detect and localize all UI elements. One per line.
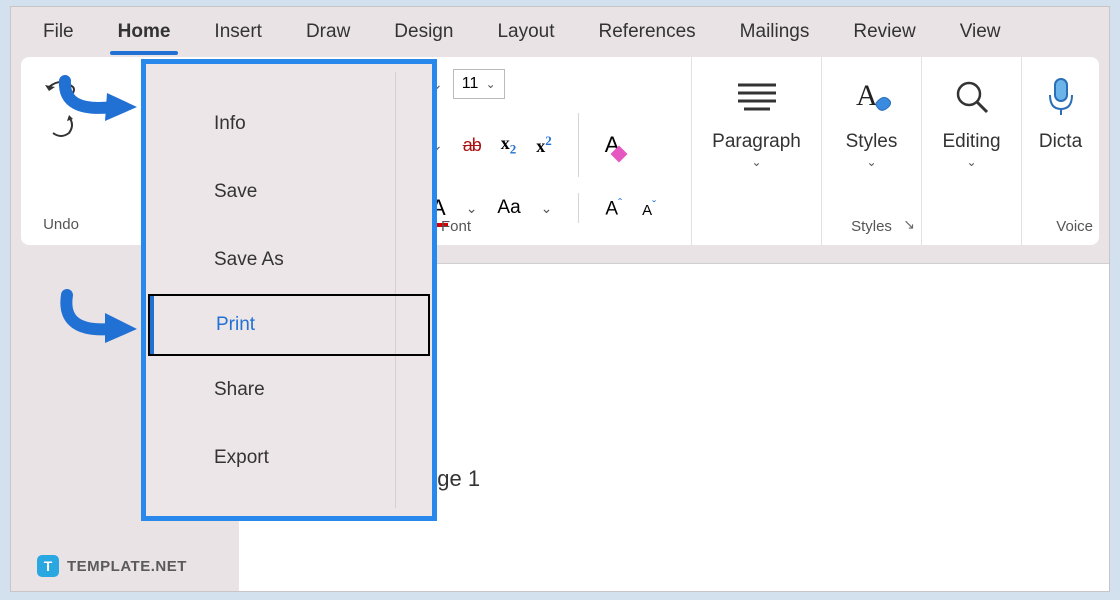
chevron-down-icon[interactable]: ⌄ [966, 155, 976, 169]
tab-bar: File Home Insert Draw Design Layout Refe… [11, 7, 1109, 57]
divider [578, 113, 579, 177]
dialog-launcher-icon[interactable]: ↘ [903, 216, 915, 233]
styles-group: A Styles ⌄ Styles ↘ [821, 57, 921, 245]
tab-view[interactable]: View [938, 11, 1023, 53]
tab-draw[interactable]: Draw [284, 11, 372, 53]
tab-references[interactable]: References [577, 11, 718, 53]
file-menu-export[interactable]: Export [146, 424, 432, 492]
superscript-icon[interactable]: x2 [536, 133, 552, 157]
strikethrough-icon[interactable]: ab [463, 135, 481, 156]
dictate-label[interactable]: Dicta [1039, 131, 1082, 153]
watermark: T TEMPLATE.NET [37, 555, 187, 577]
chevron-down-icon[interactable]: ⌄ [866, 155, 876, 169]
editing-label[interactable]: Editing [942, 131, 1000, 153]
paragraph-label[interactable]: Paragraph [712, 131, 801, 153]
grow-font-icon[interactable]: Aˆ [605, 196, 622, 220]
file-menu-info[interactable]: Info [146, 90, 432, 158]
paragraph-lines-icon[interactable] [734, 71, 780, 123]
chevron-down-icon[interactable]: ⌄ [751, 155, 761, 169]
chevron-down-icon: ⌄ [486, 77, 496, 91]
undo-group-label: Undo [43, 216, 79, 233]
tab-home[interactable]: Home [96, 11, 193, 53]
tab-mailings[interactable]: Mailings [718, 11, 832, 53]
divider [578, 193, 579, 223]
clear-format-icon[interactable]: A [605, 132, 620, 158]
editing-group: Editing ⌄ [921, 57, 1021, 245]
voice-group: Dicta Voice [1021, 57, 1099, 245]
tab-file[interactable]: File [21, 11, 96, 53]
microphone-icon[interactable] [1044, 71, 1078, 123]
tab-insert[interactable]: Insert [192, 11, 284, 53]
font-size-combo[interactable]: 11 ⌄ [453, 69, 505, 99]
app-frame: File Home Insert Draw Design Layout Refe… [10, 6, 1110, 592]
annotation-arrow-icon [53, 289, 143, 353]
tab-review[interactable]: Review [831, 11, 937, 53]
styles-group-label: Styles [851, 218, 892, 235]
magnifier-icon[interactable] [952, 71, 992, 123]
svg-text:A: A [856, 79, 878, 112]
styles-label[interactable]: Styles [846, 131, 898, 153]
font-group-label: Font [441, 218, 471, 235]
styles-a-brush-icon[interactable]: A [850, 71, 894, 123]
chevron-down-icon[interactable]: ⌄ [541, 200, 553, 217]
file-menu-dropdown: Info Save Save As Print Share Export [141, 59, 437, 521]
file-menu-save-as[interactable]: Save As [146, 226, 432, 294]
watermark-text: TEMPLATE.NET [67, 558, 187, 575]
annotation-arrow-icon [53, 73, 143, 133]
file-menu-share[interactable]: Share [146, 356, 432, 424]
font-size-value: 11 [462, 75, 479, 93]
paragraph-group: Paragraph ⌄ [691, 57, 821, 245]
change-case-icon[interactable]: Aa [497, 197, 520, 219]
file-menu-print[interactable]: Print [148, 294, 430, 356]
tab-design[interactable]: Design [372, 11, 475, 53]
menu-divider [395, 72, 396, 508]
watermark-badge-icon: T [37, 555, 59, 577]
tab-layout[interactable]: Layout [475, 11, 576, 53]
subscript-icon[interactable]: x2 [501, 133, 517, 158]
voice-group-label: Voice [1056, 218, 1093, 235]
file-menu-save[interactable]: Save [146, 158, 432, 226]
chevron-down-icon[interactable]: ⌄ [466, 200, 478, 217]
shrink-font-icon[interactable]: Aˇ [642, 198, 656, 219]
